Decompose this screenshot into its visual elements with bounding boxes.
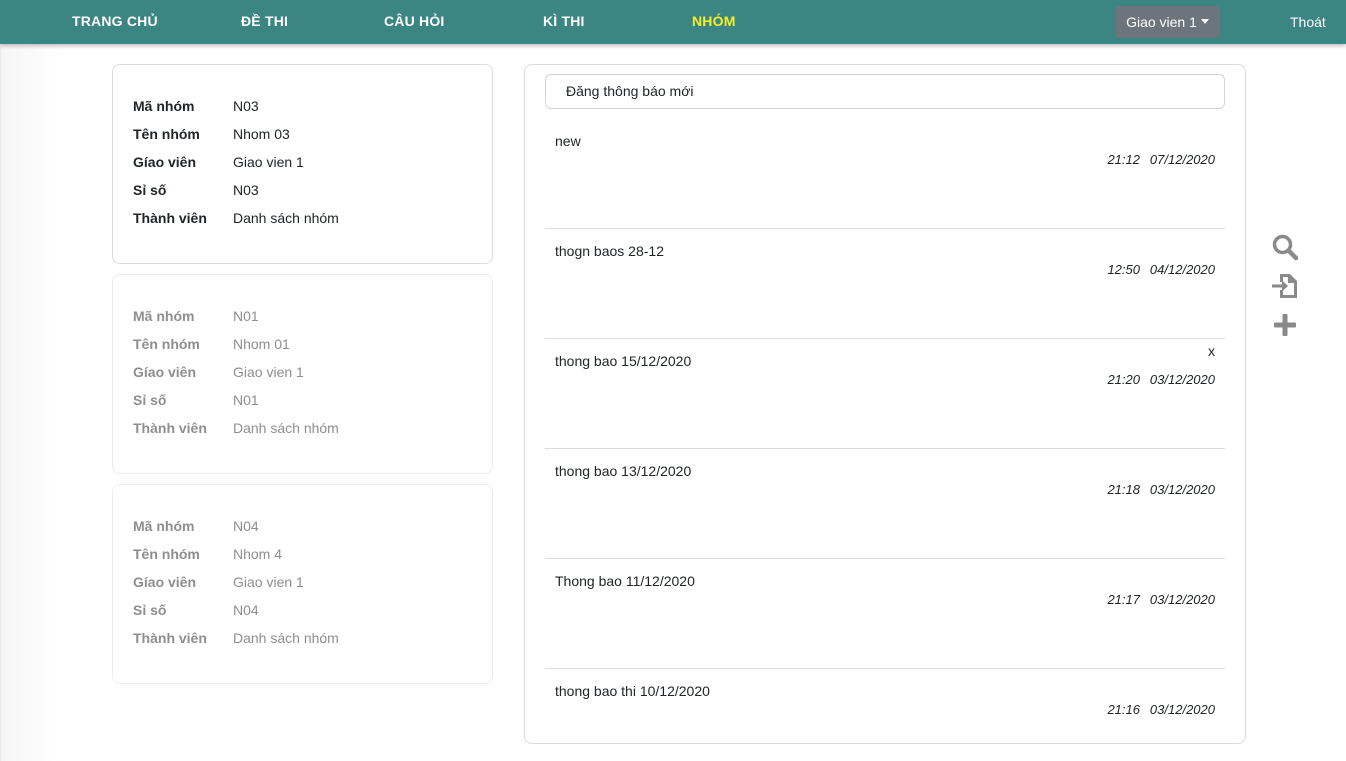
nav-exams[interactable]: ĐỀ THI: [241, 13, 288, 31]
group-name-value: Nhom 4: [233, 546, 283, 562]
group-size-value: N04: [233, 602, 259, 618]
group-size-value: N03: [233, 182, 259, 198]
nav-questions[interactable]: CÂU HỎI: [384, 13, 445, 31]
announcement-text: thong bao 15/12/2020: [555, 353, 692, 369]
group-members-link[interactable]: Danh sách nhóm: [233, 210, 339, 226]
group-teacher-value: Giao vien 1: [233, 574, 304, 590]
add-icon: [1274, 314, 1296, 336]
announcement-item: thong bao thi 10/12/2020 21:16 03/12/202…: [545, 669, 1225, 743]
group-name-value: Nhom 01: [233, 336, 290, 352]
group-teacher-value: Giao vien 1: [233, 364, 304, 380]
group-name-label: Tên nhóm: [133, 336, 200, 352]
nav-exam-sessions[interactable]: KÌ THI: [543, 13, 585, 31]
announcement-item: new 21:12 07/12/2020: [545, 119, 1225, 229]
group-members-link[interactable]: Danh sách nhóm: [233, 630, 339, 646]
announcement-item: thong bao 13/12/2020 21:18 03/12/2020: [545, 449, 1225, 559]
group-teacher-value: Giao vien 1: [233, 154, 304, 170]
group-code-value: N04: [233, 518, 259, 534]
group-teacher-label: Gíao viên: [133, 364, 197, 380]
top-navbar: TRANG CHỦ ĐỀ THI CÂU HỎI KÌ THI NHÓM Gia…: [0, 0, 1346, 44]
search-button[interactable]: [1271, 233, 1299, 261]
announcement-text: thong bao thi 10/12/2020: [555, 683, 710, 699]
search-icon: [1272, 234, 1299, 261]
group-name-label: Tên nhóm: [133, 546, 200, 562]
announcement-date: 04/12/2020: [1149, 262, 1215, 277]
nav-groups[interactable]: NHÓM: [692, 13, 736, 31]
announcement-date: 03/12/2020: [1149, 592, 1215, 607]
announcement-date: 03/12/2020: [1149, 482, 1215, 497]
group-card[interactable]: Mã nhóm N04 Tên nhóm Nhom 4 Gíao viên Gi…: [112, 484, 493, 684]
user-menu-dropdown[interactable]: Giao vien 1: [1115, 6, 1220, 38]
group-teacher-label: Gíao viên: [133, 574, 197, 590]
group-size-label: Sỉ số: [133, 602, 167, 618]
group-code-value: N03: [233, 98, 259, 114]
announcement-date: 07/12/2020: [1149, 152, 1215, 167]
announcement-time: 12:50: [1107, 262, 1140, 277]
group-code-label: Mã nhóm: [133, 308, 195, 324]
logout-link[interactable]: Thoát: [1290, 14, 1326, 30]
import-file-button[interactable]: [1271, 272, 1299, 300]
group-card[interactable]: Mã nhóm N01 Tên nhóm Nhom 01 Gíao viên G…: [112, 274, 493, 474]
announcement-item: thogn baos 28-12 12:50 04/12/2020: [545, 229, 1225, 339]
group-code-label: Mã nhóm: [133, 98, 195, 114]
group-members-label: Thành viên: [133, 420, 207, 436]
import-file-icon: [1272, 274, 1297, 298]
announcement-item: x thong bao 15/12/2020 21:20 03/12/2020: [545, 339, 1225, 449]
announcement-panel: Đăng thông báo mới new 21:12 07/12/2020 …: [524, 64, 1246, 744]
group-code-label: Mã nhóm: [133, 518, 195, 534]
announcement-time: 21:20: [1107, 372, 1140, 387]
group-name-label: Tên nhóm: [133, 126, 200, 142]
announcement-text: new: [555, 133, 581, 149]
group-members-label: Thành viên: [133, 210, 207, 226]
group-size-value: N01: [233, 392, 259, 408]
new-announcement-input[interactable]: Đăng thông báo mới: [545, 74, 1225, 109]
announcement-item: Thong bao 11/12/2020 21:17 03/12/2020: [545, 559, 1225, 669]
group-name-value: Nhom 03: [233, 126, 290, 142]
nav-home[interactable]: TRANG CHỦ: [72, 13, 158, 31]
delete-announcement-button[interactable]: x: [1208, 343, 1215, 359]
group-members-link[interactable]: Danh sách nhóm: [233, 420, 339, 436]
group-size-label: Sỉ số: [133, 182, 167, 198]
group-teacher-label: Gíao viên: [133, 154, 197, 170]
announcement-text: thong bao 13/12/2020: [555, 463, 692, 479]
announcement-date: 03/12/2020: [1149, 702, 1215, 717]
caret-down-icon: [1200, 18, 1209, 24]
announcement-time: 21:17: [1107, 592, 1140, 607]
group-size-label: Sỉ số: [133, 392, 167, 408]
announcement-text: Thong bao 11/12/2020: [555, 573, 695, 589]
group-card-selected[interactable]: Mã nhóm N03 Tên nhóm Nhom 03 Gíao viên G…: [112, 64, 493, 264]
announcement-date: 03/12/2020: [1149, 372, 1215, 387]
user-menu-label: Giao vien 1: [1126, 14, 1197, 30]
add-button[interactable]: [1271, 311, 1299, 339]
page-left-shadow: [0, 44, 60, 761]
announcement-time: 21:16: [1107, 702, 1140, 717]
announcement-text: thogn baos 28-12: [555, 243, 664, 259]
announcement-time: 21:12: [1107, 152, 1140, 167]
group-code-value: N01: [233, 308, 259, 324]
announcement-time: 21:18: [1107, 482, 1140, 497]
group-members-label: Thành viên: [133, 630, 207, 646]
